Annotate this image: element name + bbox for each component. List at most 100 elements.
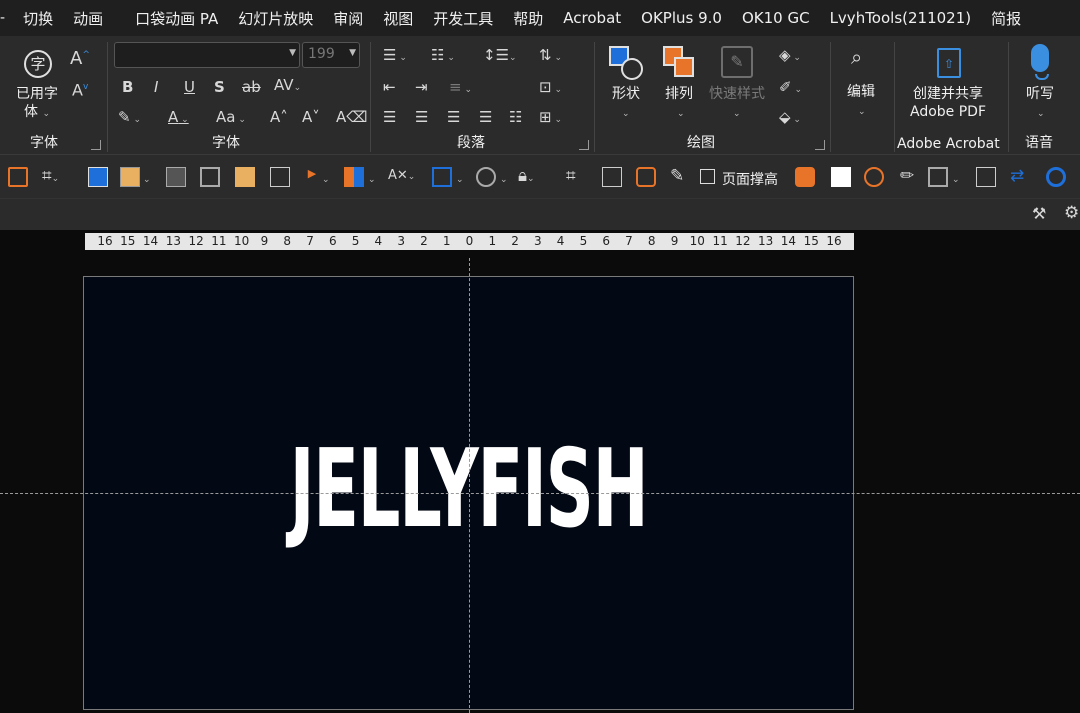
align-text-icon[interactable]: ⊡ ⌄ xyxy=(539,78,562,99)
tools-icon[interactable]: ⚒ xyxy=(1032,205,1046,223)
decrease-indent-icon[interactable]: ⇤ xyxy=(383,78,396,96)
decrease-font-icon[interactable]: A˅ xyxy=(302,108,320,126)
chevron-down-icon[interactable]: ⌄ xyxy=(322,168,330,189)
tab-briefing[interactable]: 简报 xyxy=(991,8,1021,29)
line-spacing-icon[interactable]: ↕☰⌄ xyxy=(483,46,517,67)
skull-icon[interactable] xyxy=(795,167,815,187)
vertical-guide[interactable] xyxy=(469,258,470,713)
picture-icon[interactable] xyxy=(270,167,290,187)
tab-help[interactable]: 帮助 xyxy=(513,8,543,29)
strikethrough-icon[interactable]: ab xyxy=(242,78,261,96)
quick-styles-icon[interactable]: ✎ xyxy=(721,46,753,78)
circle-icon[interactable] xyxy=(1046,167,1066,187)
ex-icon[interactable] xyxy=(864,167,884,187)
horizontal-ruler[interactable]: 16 15 14 13 12 11 10 9 8 7 6 5 4 3 2 1 0 1 2 3 4 5 6 7 8 9 10 11 12 1… xyxy=(85,233,854,250)
align-left-icon[interactable]: ☰ xyxy=(383,108,396,126)
align-right-icon[interactable]: ☰ xyxy=(447,108,460,126)
tab-okplus[interactable]: OKPlus 9.0 xyxy=(641,9,722,27)
dialog-launcher-icon[interactable] xyxy=(91,140,101,150)
select-shape-icon[interactable] xyxy=(8,167,28,187)
text-direction-icon[interactable]: ⇅ ⌄ xyxy=(539,46,562,67)
grow-font-icon[interactable]: A^ xyxy=(70,46,90,68)
microphone-icon[interactable] xyxy=(1031,44,1049,72)
clear-formatting-icon[interactable]: A⌫ xyxy=(336,108,367,126)
increase-font-icon[interactable]: A˄ xyxy=(270,108,288,126)
highlight-icon[interactable]: ✎ ⌄ xyxy=(118,108,141,129)
font-name-combo[interactable]: ▼ xyxy=(114,42,300,68)
arrange-icon[interactable] xyxy=(663,46,695,78)
horizontal-guide[interactable] xyxy=(0,493,1080,494)
used-fonts-icon[interactable]: 字 xyxy=(24,50,52,78)
fill-color-icon[interactable] xyxy=(88,167,108,187)
numbering-icon[interactable]: ☷ ⌄ xyxy=(431,46,455,67)
quick-styles-button[interactable]: 快速样式 xyxy=(709,86,765,103)
shape-outline-icon[interactable]: ✐ ⌄ xyxy=(779,78,802,99)
chart-icon[interactable] xyxy=(976,167,996,187)
media-icon[interactable]: ▶ xyxy=(302,167,322,187)
distributed-icon[interactable]: ☷ xyxy=(509,108,522,126)
tab-slideshow[interactable]: 幻灯片放映 xyxy=(238,8,313,29)
lock-icon[interactable]: 🔒︎⌄ xyxy=(518,167,535,188)
chevron-down-icon[interactable]: ⌄ xyxy=(500,168,508,189)
shapes-button[interactable]: 形状 xyxy=(612,86,640,103)
crop-tool-icon[interactable]: ⌗ xyxy=(566,167,576,185)
insert-picture-icon[interactable] xyxy=(602,167,622,187)
bullets-icon[interactable]: ☰ ⌄ xyxy=(383,46,407,67)
picture-fill-icon[interactable] xyxy=(120,167,140,187)
dialog-launcher-icon[interactable] xyxy=(579,140,589,150)
shape-outline-blue-icon[interactable] xyxy=(432,167,452,187)
swap-icon[interactable]: ⇄ xyxy=(1010,167,1024,185)
chevron-down-icon[interactable]: ⌄ xyxy=(368,168,376,189)
create-share-pdf-button[interactable]: 创建并共享 xyxy=(913,86,983,103)
italic-icon[interactable]: I xyxy=(154,78,158,96)
chevron-down-icon[interactable]: ⌄ xyxy=(143,168,151,189)
underline-icon[interactable]: U xyxy=(184,78,195,96)
shape-effects-icon[interactable]: ⬙ ⌄ xyxy=(779,108,801,129)
chevron-down-icon[interactable]: ⌄ xyxy=(456,168,464,189)
white-fill-icon[interactable] xyxy=(831,167,851,187)
tab-transitions[interactable]: 切换 xyxy=(23,8,53,29)
tab-ok10[interactable]: OK10 GC xyxy=(742,9,810,27)
arrange-button[interactable]: 排列 xyxy=(665,86,693,103)
gear-icon[interactable]: ⚙ xyxy=(1064,204,1079,222)
justify-icon[interactable]: ☰ xyxy=(479,108,492,126)
editing-button[interactable]: 编辑 xyxy=(847,84,875,101)
text-box-icon[interactable] xyxy=(636,167,656,187)
merge-shapes-icon[interactable] xyxy=(476,167,496,187)
align-center-icon[interactable]: ☰ xyxy=(415,108,428,126)
crop-icon[interactable]: ⌗⌄ xyxy=(42,167,59,188)
shapes-icon[interactable] xyxy=(609,46,643,80)
bold-icon[interactable]: B xyxy=(122,78,133,96)
shadow-shape-icon[interactable] xyxy=(166,167,186,187)
color-blocks-icon[interactable] xyxy=(344,167,364,187)
dictate-button[interactable]: 听写 xyxy=(1026,86,1054,103)
used-fonts-button-line2[interactable]: 体 ⌄ xyxy=(24,104,50,123)
char-spacing-icon[interactable]: AV⌄ xyxy=(274,76,301,97)
create-share-pdf-line2[interactable]: Adobe PDF xyxy=(910,104,986,121)
pen-icon[interactable]: ✏ xyxy=(900,167,914,185)
eyedropper-icon[interactable]: ✎ xyxy=(670,167,684,185)
used-fonts-button-line1[interactable]: 已用字 xyxy=(16,86,58,103)
image-icon[interactable] xyxy=(235,167,255,187)
smartart-icon[interactable]: ⊞ ⌄ xyxy=(539,108,562,129)
duplicate-shape-icon[interactable] xyxy=(200,167,220,187)
dialog-launcher-icon[interactable] xyxy=(815,140,825,150)
shape-fill-icon[interactable]: ◈ ⌄ xyxy=(779,46,801,67)
pdf-share-icon[interactable]: ⇧ xyxy=(937,48,961,78)
tab-developer[interactable]: 开发工具 xyxy=(433,8,493,29)
chevron-down-icon[interactable]: ⌄ xyxy=(952,168,960,189)
text-effects-icon[interactable]: A✕⌄ xyxy=(388,167,415,186)
tab-review[interactable]: 审阅 xyxy=(333,8,363,29)
tab-view[interactable]: 视图 xyxy=(383,8,413,29)
shadow-icon[interactable]: S xyxy=(214,78,225,96)
tab-lvyhtools[interactable]: LvyhTools(211021) xyxy=(830,9,972,27)
search-icon[interactable]: ⌕ xyxy=(851,47,862,67)
fit-height-checkbox[interactable] xyxy=(700,169,715,184)
columns-icon[interactable]: ≡ ⌄ xyxy=(449,78,472,99)
tab-acrobat[interactable]: Acrobat xyxy=(563,9,621,27)
font-size-combo[interactable]: 199 ▼ xyxy=(302,42,360,68)
shape-combine-icon[interactable] xyxy=(928,167,948,187)
shrink-font-icon[interactable]: Av xyxy=(72,78,88,99)
font-color-icon[interactable]: A ⌄ xyxy=(168,108,189,129)
change-case-icon[interactable]: Aa ⌄ xyxy=(216,108,246,129)
